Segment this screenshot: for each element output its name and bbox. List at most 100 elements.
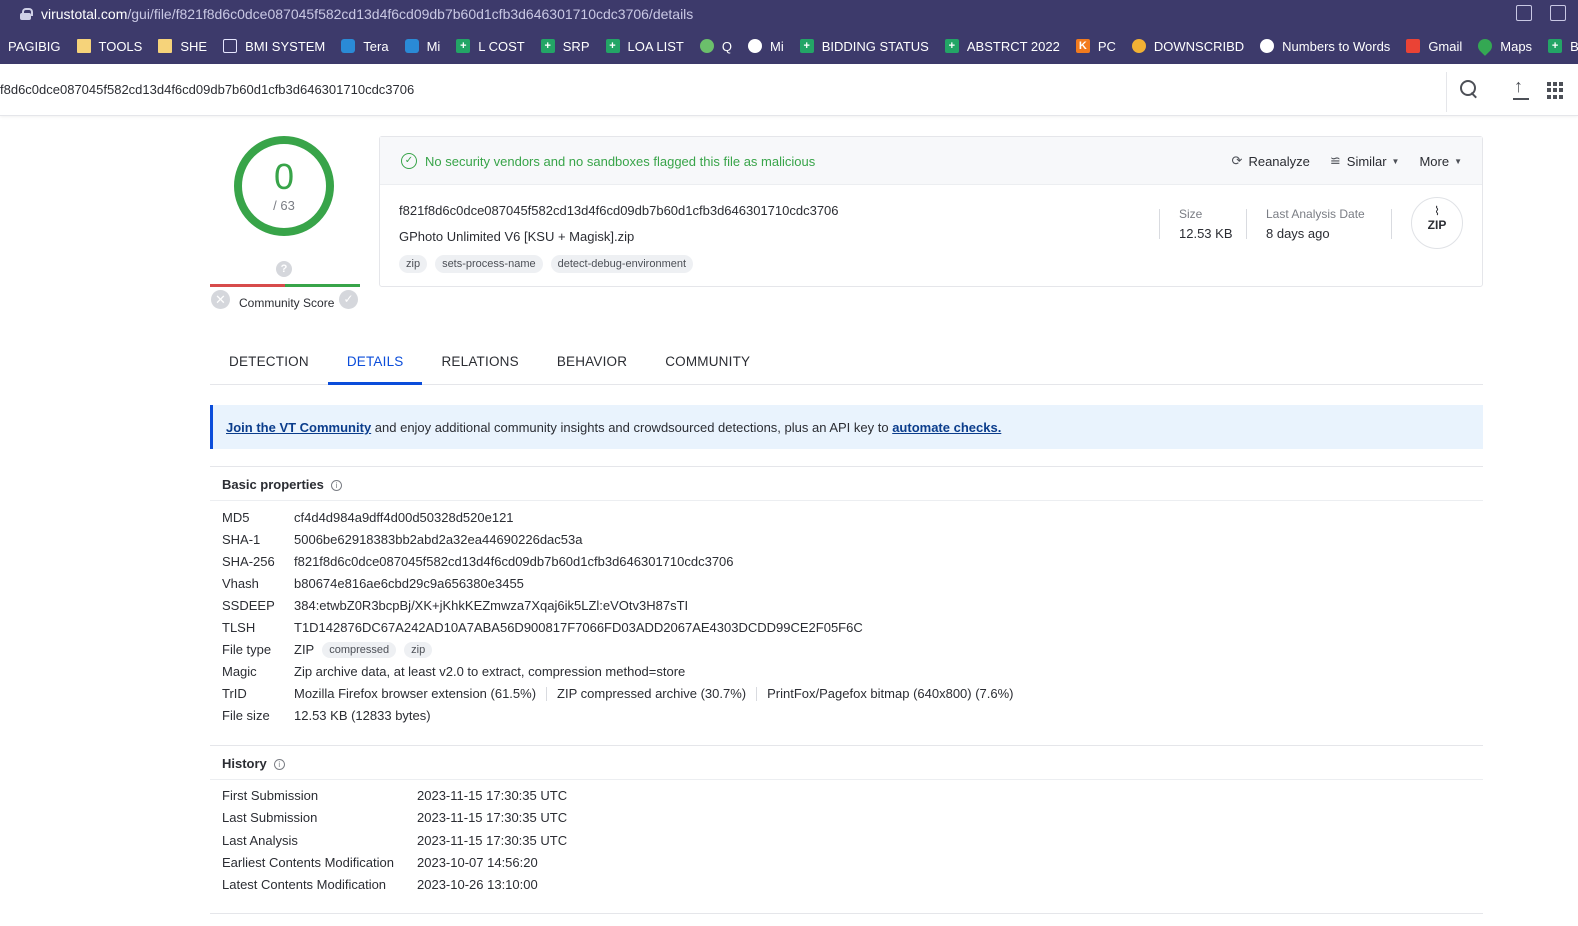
file-tag[interactable]: sets-process-name [435, 255, 543, 273]
history-key: Latest Contents Modification [222, 877, 387, 892]
check-circle-icon: ✓ [401, 153, 417, 169]
property-value[interactable]: b80674e816ae6cbd29c9a656380e3455 [294, 576, 524, 591]
banner-text: and enjoy additional community insights … [371, 420, 893, 435]
property-value[interactable]: f821f8d6c0dce087045f582cd13d4f6cd09db7b6… [294, 554, 734, 569]
history-row: First Submission 2023-11-15 17:30:35 UTC [222, 788, 567, 803]
lock-icon [20, 8, 33, 20]
info-icon[interactable]: i [273, 759, 285, 770]
info-icon[interactable]: i [330, 480, 342, 491]
url-text[interactable]: virustotal.com/gui/file/f821f8d6c0dce087… [41, 6, 693, 22]
bookmark-label: BIDDING STATUS [821, 38, 929, 54]
vote-harmless-icon[interactable]: ✓ [339, 290, 358, 309]
file-type-tag[interactable]: compressed [322, 641, 397, 658]
folder-icon [158, 39, 173, 53]
globe-icon [748, 39, 762, 53]
file-tags: zip sets-process-name detect-debug-environ… [399, 255, 694, 273]
bookmark-item[interactable]: Q [692, 28, 740, 64]
file-tag[interactable]: zip [399, 255, 428, 273]
property-row: MD5 cf4d4d984a9dff4d00d50328d520e121 [222, 510, 514, 525]
divider [756, 686, 758, 701]
property-row: SHA-256 f821f8d6c0dce087045f582cd13d4f6c… [222, 554, 734, 569]
file-name: GPhoto Unlimited V6 [KSU + Magisk].zip [399, 229, 635, 244]
file-size-block: Size 12.53 KB [1179, 207, 1233, 241]
search-query[interactable]: f8d6c0dce087045f582cd13d4f6cd09db7b60d1c… [0, 82, 414, 97]
bookmark-item[interactable]: Gmail [1398, 28, 1470, 64]
upload-icon[interactable] [1512, 76, 1530, 100]
bookmark-item[interactable]: + BIDDING SUMMA [1540, 28, 1578, 64]
vote-harmful-icon[interactable]: ✕ [211, 290, 230, 309]
bookmark-label: ABSTRCT 2022 [966, 38, 1060, 54]
install-app-icon[interactable] [1516, 5, 1532, 21]
bookmark-item[interactable]: Numbers to Words [1252, 28, 1398, 64]
bookmark-item[interactable]: + L COST [448, 28, 532, 64]
sheet-icon: + [605, 39, 620, 53]
automate-checks-link[interactable]: automate checks. [892, 420, 1001, 435]
bookmarks-bar: PAGIBIG TOOLS SHE BMI SYSTEM Tera Mi + L COST + S… [0, 28, 1578, 64]
bookmark-item[interactable]: + ABSTRCT 2022 [937, 28, 1068, 64]
bookmark-label: L COST [478, 38, 525, 54]
report-tabs: DETECTION DETAILS RELATIONS BEHAVIOR COMMUNI… [210, 344, 1483, 385]
file-hash[interactable]: f821f8d6c0dce087045f582cd13d4f6cd09db7b6… [399, 203, 839, 218]
bookmark-item[interactable]: TOOLS [69, 28, 151, 64]
url-domain: virustotal.com [41, 6, 128, 22]
bookmark-item[interactable]: DOWNSCRIBD [1124, 28, 1252, 64]
bookmark-label: SHE [180, 38, 208, 54]
bookmark-item[interactable]: BMI SYSTEM [215, 28, 333, 64]
bookmark-label: Mi [770, 38, 784, 54]
file-type-badge: ZIP [1427, 218, 1447, 232]
bookmark-item[interactable]: SHE [150, 28, 215, 64]
tab-relations[interactable]: RELATIONS [422, 344, 537, 384]
property-row: TLSH T1D142876DC67A242AD10A7ABA56D900817… [222, 620, 863, 635]
bookmark-item[interactable]: + BIDDING STATUS [792, 28, 937, 64]
property-key: TrID [222, 686, 247, 701]
bookmark-item[interactable]: + LOA LIST [598, 28, 692, 64]
gmail-icon [1406, 39, 1421, 53]
bookmark-label: Q [721, 38, 732, 54]
join-community-link[interactable]: Join the VT Community [226, 420, 371, 435]
tab-details[interactable]: DETAILS [327, 344, 423, 385]
divider [1246, 209, 1247, 239]
bookmark-label: BIDDING SUMMA [1570, 38, 1578, 54]
similar-button[interactable]: ≌ Similar ▼ [1330, 153, 1400, 169]
tab-behavior[interactable]: BEHAVIOR [538, 344, 646, 384]
apps-grid-icon[interactable] [1547, 82, 1564, 99]
bookmark-item[interactable]: PAGIBIG [0, 28, 69, 64]
bookmark-item[interactable]: Mi [397, 28, 449, 64]
browser-address-bar[interactable]: virustotal.com/gui/file/f821f8d6c0dce087… [0, 0, 1578, 28]
property-row: File type ZIP compressed zip [222, 641, 433, 658]
property-value[interactable]: cf4d4d984a9dff4d00d50328d520e121 [294, 510, 514, 525]
bookmark-item[interactable]: Mi [740, 28, 792, 64]
bookmark-label: Mi [426, 38, 441, 54]
bookmark-item[interactable]: K PC [1068, 28, 1124, 64]
bookmark-item[interactable]: Maps [1470, 28, 1540, 64]
bookmark-label: BMI SYSTEM [245, 38, 326, 54]
property-value[interactable]: 384:etwbZ0R3bcpBj/XK+jKhkKEZmwza7Xqaj6ik… [294, 598, 688, 613]
sheet-icon: + [1548, 39, 1563, 53]
history-row: Earliest Contents Modification 2023-10-0… [222, 855, 538, 870]
property-value[interactable]: 5006be62918383bb2abd2a32ea44690226dac53a [294, 532, 582, 547]
property-key: MD5 [222, 510, 250, 525]
search-icon[interactable] [1460, 80, 1478, 98]
vt-search-bar: f8d6c0dce087045f582cd13d4f6cd09db7b60d1c… [0, 64, 1578, 116]
property-value[interactable]: T1D142876DC67A242AD10A7ABA56D900817F7066… [294, 620, 863, 635]
share-icon[interactable] [1550, 5, 1566, 21]
folder-icon [76, 39, 91, 53]
history-value: 2023-11-15 17:30:35 UTC [417, 833, 568, 848]
sheet-icon: + [799, 39, 814, 53]
history-key: Last Submission [222, 810, 318, 825]
size-value: 12.53 KB [1179, 226, 1233, 241]
bookmark-label: Numbers to Words [1282, 38, 1391, 54]
tab-community[interactable]: COMMUNITY [646, 344, 769, 384]
tab-detection[interactable]: DETECTION [210, 344, 328, 384]
section-title: Basic properties i [210, 467, 1483, 501]
more-button[interactable]: More ▼ [1419, 153, 1462, 169]
bookmark-item[interactable]: Tera [333, 28, 396, 64]
divider [1446, 72, 1447, 112]
file-type-tag[interactable]: zip [404, 641, 433, 658]
bookmark-label: SRP [562, 38, 590, 54]
history-value: 2023-10-07 14:56:20 [417, 855, 538, 870]
reanalyze-button[interactable]: ⟳ Reanalyze [1232, 153, 1310, 169]
bookmark-item[interactable]: + SRP [533, 28, 598, 64]
file-tag[interactable]: detect-debug-environment [550, 255, 694, 273]
property-row: SSDEEP 384:etwbZ0R3bcpBj/XK+jKhkKEZmwza7… [222, 598, 688, 613]
